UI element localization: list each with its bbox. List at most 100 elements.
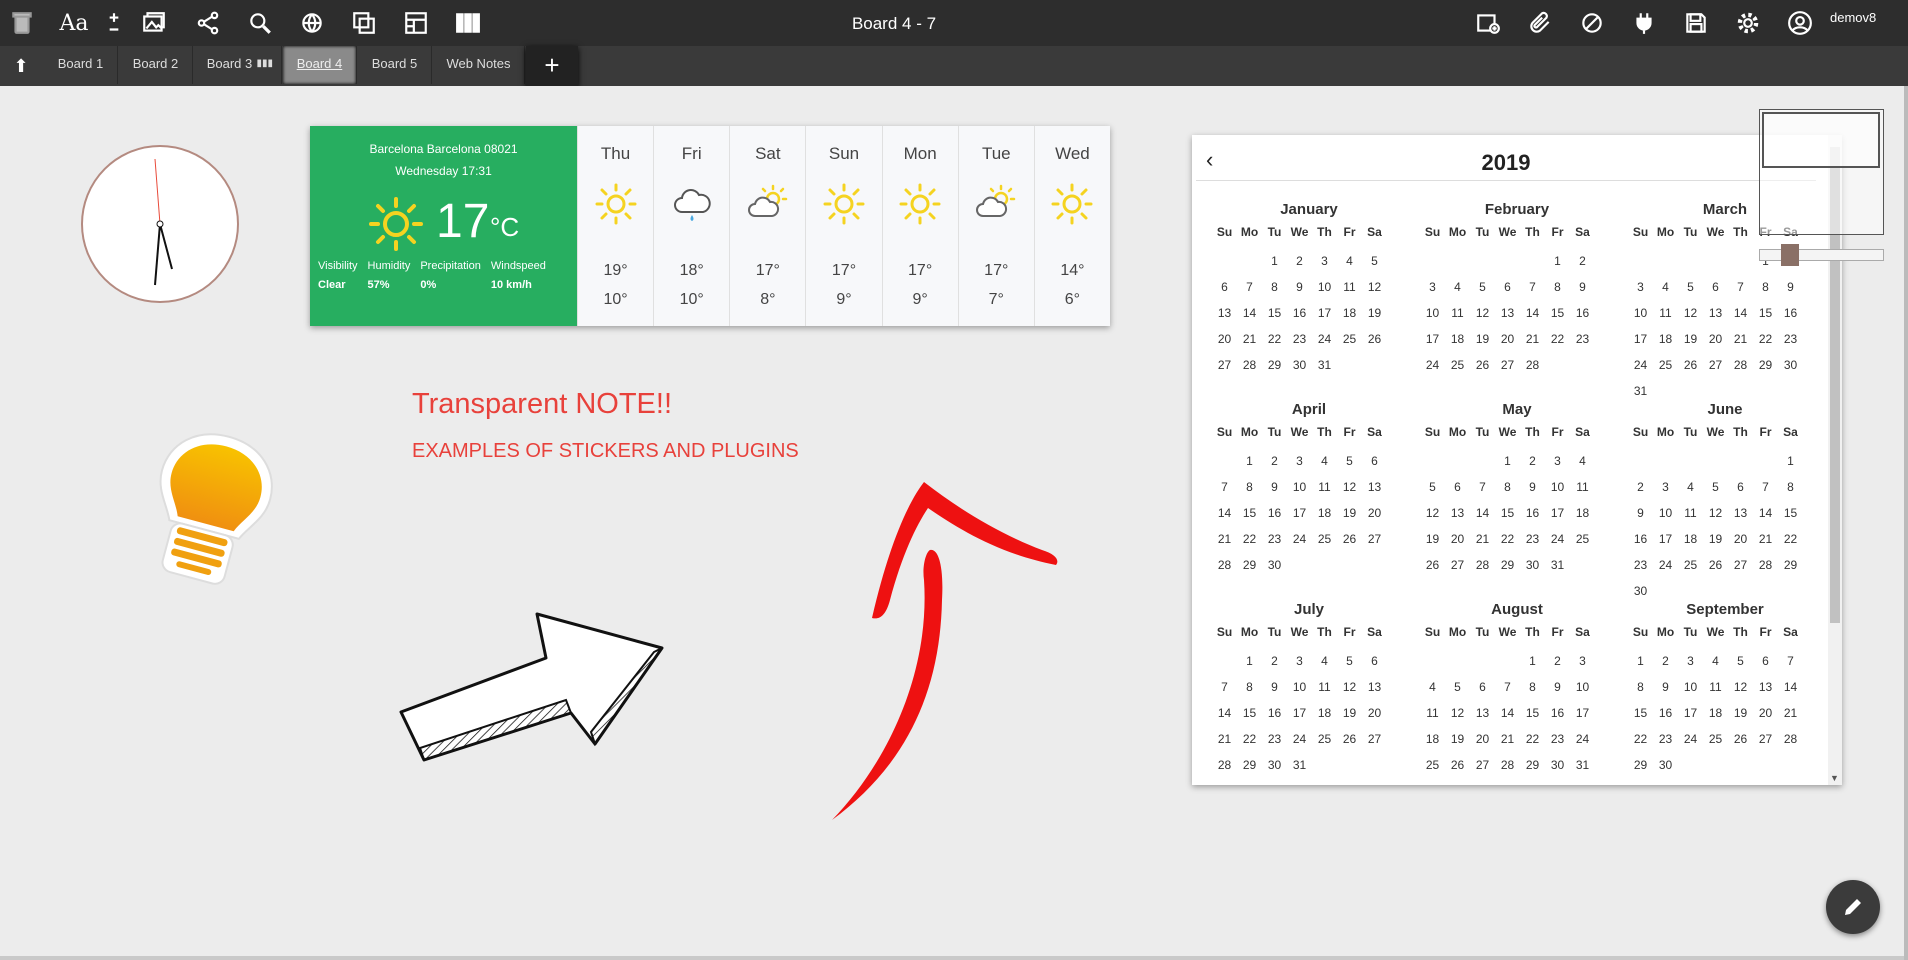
calendar-day[interactable]: 21 — [1778, 700, 1803, 726]
calendar-day[interactable]: 7 — [1495, 674, 1520, 700]
calendar-day[interactable]: 21 — [1753, 526, 1778, 552]
calendar-day[interactable]: 19 — [1445, 726, 1470, 752]
sketch-arrow-sticker[interactable] — [396, 610, 666, 770]
calendar-day[interactable]: 24 — [1287, 526, 1312, 552]
calendar-day[interactable]: 30 — [1262, 752, 1287, 778]
calendar-day[interactable]: 14 — [1212, 500, 1237, 526]
calendar-day[interactable]: 14 — [1212, 700, 1237, 726]
calendar-day[interactable]: 22 — [1495, 526, 1520, 552]
calendar-day[interactable]: 16 — [1520, 500, 1545, 526]
calendar-day[interactable]: 4 — [1678, 474, 1703, 500]
calendar-day[interactable]: 12 — [1337, 674, 1362, 700]
calendar-day[interactable]: 1 — [1495, 448, 1520, 474]
calendar-day[interactable]: 16 — [1653, 700, 1678, 726]
calendar-day[interactable]: 23 — [1778, 326, 1803, 352]
calendar-day[interactable]: 9 — [1262, 674, 1287, 700]
calendar-day[interactable]: 7 — [1237, 274, 1262, 300]
tab-web-notes[interactable]: Web Notes — [433, 46, 525, 84]
calendar-day[interactable]: 1 — [1778, 448, 1803, 474]
calendar-day[interactable]: 30 — [1778, 352, 1803, 378]
calendar-day[interactable]: 10 — [1420, 300, 1445, 326]
calendar-day[interactable]: 12 — [1703, 500, 1728, 526]
calendar-day[interactable]: 12 — [1678, 300, 1703, 326]
calendar-day[interactable]: 3 — [1570, 648, 1595, 674]
calendar-day[interactable]: 28 — [1237, 352, 1262, 378]
calendar-day[interactable]: 28 — [1728, 352, 1753, 378]
calendar-day[interactable]: 10 — [1287, 474, 1312, 500]
calendar-day[interactable]: 25 — [1703, 726, 1728, 752]
calendar-day[interactable]: 25 — [1653, 352, 1678, 378]
calendar-day[interactable]: 1 — [1237, 648, 1262, 674]
calendar-day[interactable]: 8 — [1495, 474, 1520, 500]
calendar-day[interactable]: 18 — [1653, 326, 1678, 352]
calendar-day[interactable]: 26 — [1678, 352, 1703, 378]
calendar-day[interactable]: 4 — [1420, 674, 1445, 700]
calendar-day[interactable]: 8 — [1753, 274, 1778, 300]
calendar-day[interactable]: 18 — [1678, 526, 1703, 552]
calendar-day[interactable]: 28 — [1753, 552, 1778, 578]
calendar-day[interactable]: 6 — [1362, 648, 1387, 674]
calendar-day[interactable]: 5 — [1337, 448, 1362, 474]
calendar-day[interactable]: 31 — [1570, 752, 1595, 778]
up-arrow-icon[interactable]: ⬆ — [6, 52, 36, 80]
calendar-day[interactable]: 13 — [1212, 300, 1237, 326]
calendar-day[interactable]: 11 — [1445, 300, 1470, 326]
calendar-day[interactable]: 9 — [1262, 474, 1287, 500]
calendar-day[interactable]: 10 — [1570, 674, 1595, 700]
calendar-day[interactable]: 28 — [1212, 552, 1237, 578]
zoom-slider-handle[interactable] — [1781, 244, 1799, 266]
tab-board-3[interactable]: Board 3 ▮▮▮ — [194, 46, 282, 84]
calendar-day[interactable]: 9 — [1545, 674, 1570, 700]
calendar-day[interactable]: 17 — [1678, 700, 1703, 726]
calendar-day[interactable]: 2 — [1653, 648, 1678, 674]
calendar-day[interactable]: 9 — [1653, 674, 1678, 700]
calendar-day[interactable]: 20 — [1470, 726, 1495, 752]
calendar-day[interactable]: 11 — [1570, 474, 1595, 500]
calendar-day[interactable]: 22 — [1545, 326, 1570, 352]
calendar-day[interactable]: 12 — [1445, 700, 1470, 726]
calendar-day[interactable]: 13 — [1753, 674, 1778, 700]
calendar-day[interactable]: 27 — [1212, 352, 1237, 378]
tab-board-1[interactable]: Board 1 — [44, 46, 118, 84]
calendar-day[interactable]: 19 — [1337, 500, 1362, 526]
calendar-day[interactable]: 3 — [1312, 248, 1337, 274]
calendar-day[interactable]: 25 — [1337, 326, 1362, 352]
calendar-day[interactable]: 22 — [1262, 326, 1287, 352]
calendar-day[interactable]: 22 — [1520, 726, 1545, 752]
calendar-day[interactable]: 18 — [1570, 500, 1595, 526]
calendar-day[interactable]: 9 — [1570, 274, 1595, 300]
user-icon[interactable] — [1782, 6, 1818, 40]
calendar-day[interactable]: 13 — [1470, 700, 1495, 726]
calendar-day[interactable]: 29 — [1237, 552, 1262, 578]
calendar-day[interactable]: 28 — [1212, 752, 1237, 778]
calendar-day[interactable]: 23 — [1287, 326, 1312, 352]
scroll-down-icon[interactable]: ▼ — [1830, 773, 1839, 783]
calendar-day[interactable]: 24 — [1628, 352, 1653, 378]
calendar-day[interactable]: 6 — [1212, 274, 1237, 300]
calendar-day[interactable]: 17 — [1287, 700, 1312, 726]
calendar-day[interactable]: 15 — [1520, 700, 1545, 726]
calendar-day[interactable]: 17 — [1312, 300, 1337, 326]
calendar-day[interactable]: 5 — [1420, 474, 1445, 500]
calendar-day[interactable]: 9 — [1287, 274, 1312, 300]
calendar-day[interactable]: 6 — [1445, 474, 1470, 500]
calendar-day[interactable]: 20 — [1362, 700, 1387, 726]
board-minimap[interactable] — [1759, 109, 1884, 235]
calendar-day[interactable]: 20 — [1212, 326, 1237, 352]
calendar-day[interactable]: 10 — [1653, 500, 1678, 526]
calendar-day[interactable]: 11 — [1678, 500, 1703, 526]
calendar-day[interactable]: 2 — [1262, 448, 1287, 474]
calendar-day[interactable]: 25 — [1678, 552, 1703, 578]
calendar-day[interactable]: 28 — [1470, 552, 1495, 578]
calendar-day[interactable]: 31 — [1312, 352, 1337, 378]
calendar-day[interactable]: 16 — [1262, 500, 1287, 526]
calendar-day[interactable]: 6 — [1470, 674, 1495, 700]
calendar-day[interactable]: 6 — [1703, 274, 1728, 300]
calendar-day[interactable]: 12 — [1420, 500, 1445, 526]
plugin-icon[interactable] — [1626, 6, 1662, 40]
calendar-day[interactable]: 15 — [1262, 300, 1287, 326]
calendar-day[interactable]: 22 — [1628, 726, 1653, 752]
calendar-day[interactable]: 21 — [1212, 726, 1237, 752]
calendar-day[interactable]: 4 — [1445, 274, 1470, 300]
calendar-day[interactable]: 7 — [1212, 674, 1237, 700]
